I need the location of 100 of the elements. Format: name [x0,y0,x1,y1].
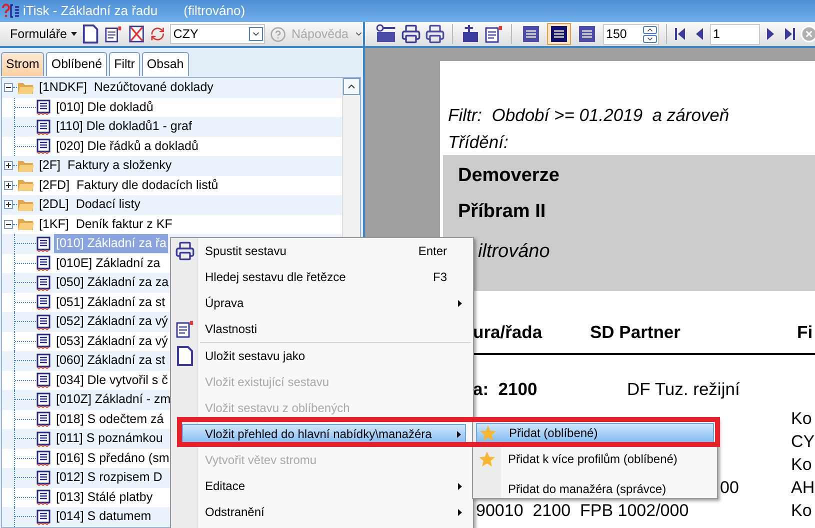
delete-page-icon[interactable] [128,24,146,44]
submenu-arrow-icon [458,300,462,306]
table-cell: 00 [720,478,739,497]
printer-icon[interactable] [401,24,421,44]
caret-icon [70,32,77,36]
sorting-label: Třídění: [448,131,508,154]
spin-down-button[interactable] [643,34,657,42]
spin-up-button[interactable] [643,26,657,34]
tree-report-label[interactable]: [020] Dle řádků a dokladů [54,136,200,156]
properties-icon[interactable] [104,25,124,43]
menu-item[interactable]: Přidat (oblíbené) [476,423,714,443]
folder-icon [17,80,35,95]
table-cell-text: Ko [791,408,812,430]
app-icon [1,3,21,19]
tree-report-label[interactable]: [051] Základní za st [54,292,168,312]
filter-line: Filtr: Období >= 01.2019 a zároveň [448,104,730,127]
window-title: iTisk - Základní za řadu [23,2,158,20]
shortcut-label: F3 [432,269,447,286]
filtered-note: iltrováno [478,240,550,264]
tree-report-label[interactable]: [011] S poznámkou [54,429,165,448]
menu-item[interactable]: Úprava [171,293,473,313]
tab[interactable]: Filtr [109,52,140,76]
collapse-toggle[interactable] [4,220,13,229]
properties-icon[interactable] [484,25,504,43]
group-label: a: 2100 [473,378,538,401]
submenu-arrow-icon [458,482,462,490]
table-cell: 90010 2100 FPB 1002/000 [476,500,689,520]
menu-item[interactable]: Uložit sestavu jako [171,346,473,366]
table-cell-text: Ko [791,454,812,476]
report-icon [36,352,52,369]
menu-item[interactable]: Vložit přehled do hlavní nabídky\manažéra [182,424,466,444]
report-settings-icon[interactable] [375,24,397,44]
menu-item[interactable]: Přidat k více profilům (oblíbené) [476,449,714,469]
tree-report-label[interactable]: [060] Základní za st [54,351,168,370]
forms-menu-button[interactable]: Formuláře [10,24,77,44]
tree-report-label[interactable]: [050] Základní za za [54,273,171,292]
tree-report-label[interactable]: [013] Stálé platby [54,488,155,507]
table-cell-text: CY [791,430,815,453]
properties-icon [174,320,194,338]
shortcut-label: Enter [418,243,447,260]
report-icon [36,274,52,291]
collapse-toggle[interactable] [4,83,13,92]
tab[interactable]: Oblíbené [46,52,108,76]
language-combobox[interactable]: CZY [170,24,266,44]
first-page-icon[interactable] [674,26,688,42]
menu-item[interactable]: Přidat do manažéra (správce) [476,479,714,499]
column-header: Fi [797,320,813,344]
tree-report-label[interactable]: [010E] Základní za [54,254,162,273]
folder-icon [17,158,35,173]
tree-report-label[interactable]: [010] Dle dokladů [54,98,156,117]
page-icon[interactable] [176,346,194,366]
zoom-spinbox[interactable]: 150 [603,24,659,44]
tree-folder-label[interactable]: [2FD] Faktury dle dodacích listů [39,176,218,195]
table-cell-text: AH [791,476,815,499]
tree-report-label[interactable]: [016] S předáno (sm [54,448,172,468]
report-icon [36,314,52,330]
star-icon [479,424,497,442]
tab[interactable]: Strom [1,52,44,76]
report-icon [36,430,52,447]
new-page-icon[interactable] [82,24,100,44]
tree-report-label[interactable]: [014] S datumem [54,507,154,526]
expand-toggle[interactable] [4,161,13,170]
folder-icon [17,178,35,192]
report-icon [36,508,52,525]
column-header: SD Partner [590,320,682,344]
folder-icon [17,198,35,212]
scroll-up-button[interactable] [343,78,360,95]
window-subtitle: (filtrováno) [184,2,246,20]
tree-report-label[interactable]: [018] S odečtem zá [54,410,166,429]
menu-item[interactable]: Hledej sestavu dle řetězce F3 [171,267,473,287]
report-icon [36,118,52,135]
edit-report-icon[interactable] [460,24,480,44]
report-icon [36,236,52,252]
menu-item[interactable]: Odstranění [171,502,473,522]
folder-icon [17,217,35,232]
last-page-icon[interactable] [782,26,796,42]
expand-toggle[interactable] [4,180,13,190]
dropdown-button[interactable] [249,27,264,41]
menu-item[interactable]: Vlastnosti [171,319,473,339]
menu-item[interactable]: Editace [171,476,473,496]
column-header: ura/řada [473,320,544,344]
printer-icon [174,241,194,261]
table-cell-text: Ko [791,500,812,522]
view-mode-button[interactable] [547,23,571,45]
tree-folder-label[interactable]: [1KF] Deník faktur z KF [39,214,172,234]
submenu-arrow-icon [458,508,462,516]
page-field[interactable]: 1 [710,24,760,44]
company-name: Demoverze [458,164,560,188]
submenu-arrow-icon [457,430,461,438]
report-icon [36,392,52,408]
expand-toggle[interactable] [4,200,13,210]
company-name: Příbram II [458,200,546,224]
tab[interactable]: Obsah [142,52,189,76]
menu-item[interactable]: Spustit sestavu Enter [171,241,473,261]
tree-report-label[interactable]: [053] Základní za vý [54,332,170,351]
printer-setup-icon[interactable] [425,24,445,44]
refresh-icon[interactable] [150,26,166,42]
report-icon [36,470,52,486]
tree-report-label[interactable]: [034] Dle vytvořil s č [54,370,170,390]
group-name: DF Tuz. režijní [627,378,740,401]
